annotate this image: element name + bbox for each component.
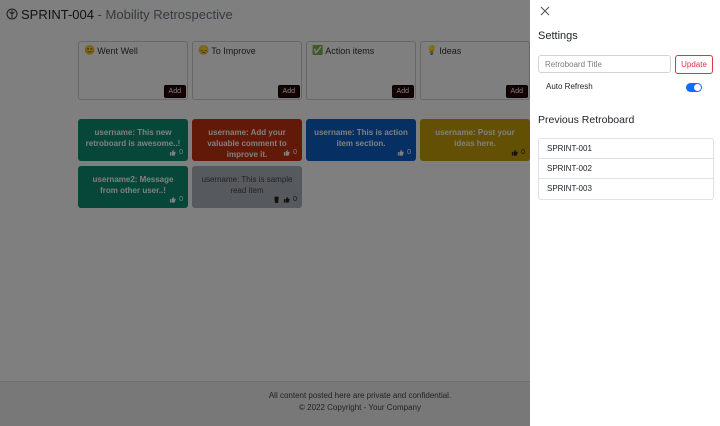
update-button[interactable]: Update xyxy=(675,55,713,74)
retroboard-title-input[interactable] xyxy=(538,55,671,73)
previous-retroboard-item[interactable]: SPRINT-001 xyxy=(539,139,713,159)
previous-retroboard-title: Previous Retroboard xyxy=(538,114,635,126)
close-icon xyxy=(540,6,550,16)
previous-retroboard-list: SPRINT-001 SPRINT-002 SPRINT-003 xyxy=(538,138,714,200)
close-panel-button[interactable] xyxy=(539,5,551,17)
auto-refresh-label: Auto Refresh xyxy=(546,82,593,91)
auto-refresh-toggle[interactable] xyxy=(686,83,702,92)
toggle-knob xyxy=(694,84,701,91)
previous-retroboard-item[interactable]: SPRINT-003 xyxy=(539,179,713,199)
previous-retroboard-item[interactable]: SPRINT-002 xyxy=(539,159,713,179)
settings-title: Settings xyxy=(538,30,578,42)
